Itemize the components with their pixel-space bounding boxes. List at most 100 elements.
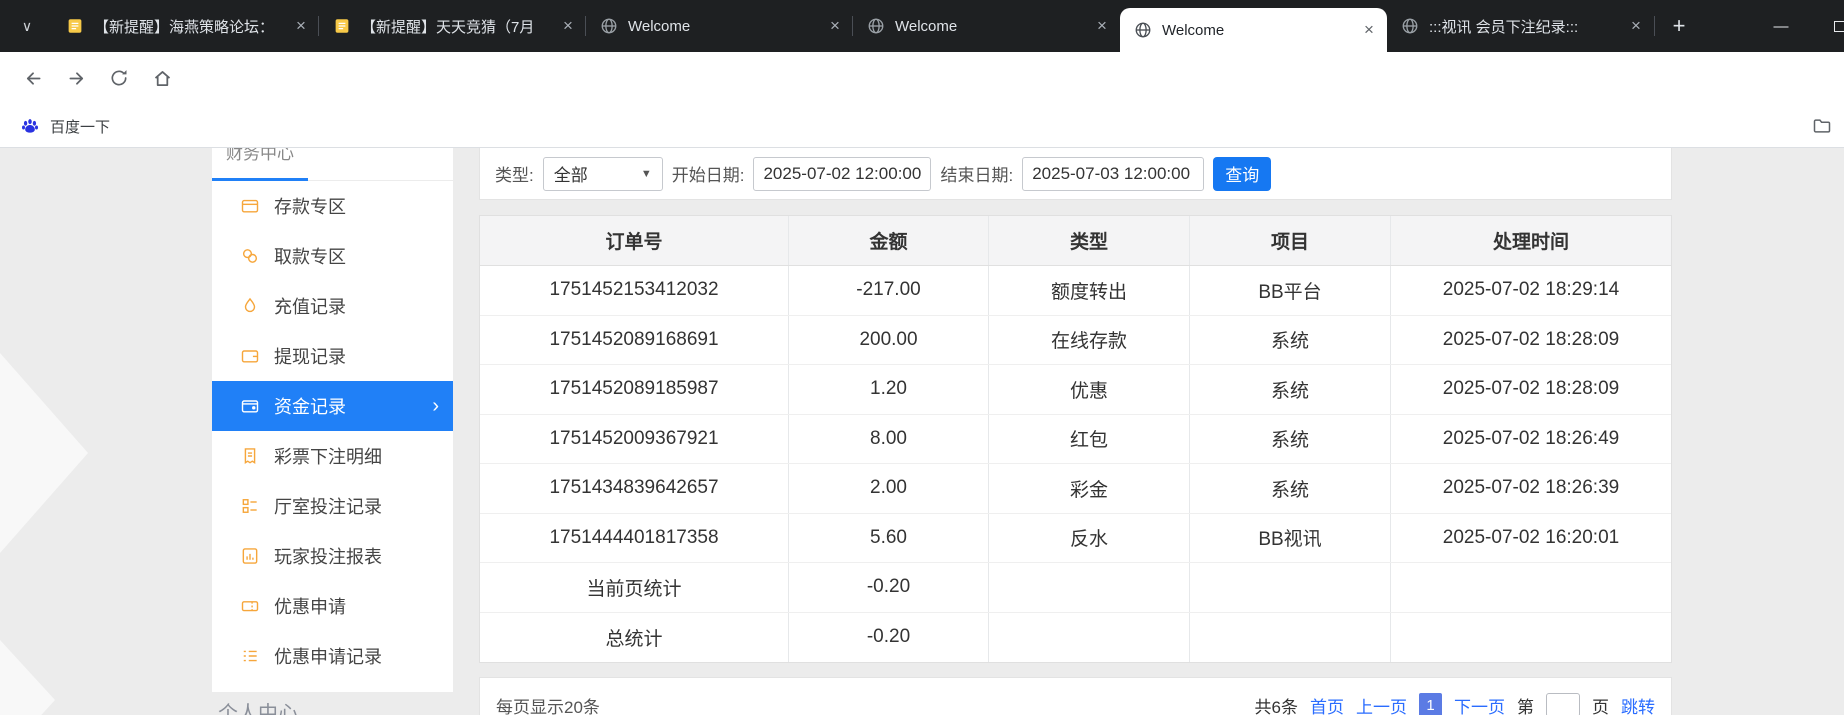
type-select[interactable]: 全部 ▼ [543,157,663,191]
table-header-cell: 类型 [989,216,1190,265]
table-header-row: 订单号 金额 类型 项目 处理时间 [480,216,1671,266]
new-tab-button[interactable]: + [1666,13,1692,39]
table-cell: 额度转出 [989,266,1190,315]
next-page-link[interactable]: 下一页 [1454,693,1505,715]
sidebar-header: 财务中心 [212,148,453,181]
tab-title: Welcome [895,18,1086,35]
droplet-icon [240,296,260,316]
table-cell: BB视讯 [1190,514,1391,563]
table-cell: 8.00 [789,415,989,464]
tab-close-icon[interactable]: × [558,16,578,36]
sidebar-section-personal-center[interactable]: 个人中心 [218,697,298,715]
globe-favicon-icon [1134,21,1152,39]
end-date-input[interactable] [1022,157,1204,191]
forward-icon[interactable] [63,65,89,91]
sidebar-item-promo-apply-records[interactable]: 优惠申请记录 [212,631,453,681]
table-row-total-summary: 总统计 -0.20 [480,613,1671,663]
jump-button[interactable]: 跳转 [1621,693,1655,715]
browser-window: ∨ 【新提醒】海燕策略论坛： × 【新提醒】天天竞猜（7月 × Welcome … [0,0,1844,715]
page-content: 财务中心 存款专区 取款专区 充值记录 提现记录 资金记录 [0,148,1844,715]
end-date-label: 结束日期: [940,161,1013,186]
start-date-input[interactable] [753,157,931,191]
report-chart-icon [240,546,260,566]
sidebar: 财务中心 存款专区 取款专区 充值记录 提现记录 资金记录 [212,148,453,692]
sidebar-item-lottery-bet-details[interactable]: 彩票下注明细 [212,431,453,481]
back-icon[interactable] [20,65,46,91]
table-cell: BB平台 [1190,266,1391,315]
tab-welcome-2[interactable]: Welcome × [853,0,1120,52]
tab-video-bet-records[interactable]: :::视讯 会员下注纪录::: × [1387,0,1654,52]
page-size-text: 每页显示20条 [496,693,600,715]
sidebar-item-funds-records[interactable]: 资金记录 › [212,381,453,431]
tab-bar: ∨ 【新提醒】海燕策略论坛： × 【新提醒】天天竞猜（7月 × Welcome … [0,0,1844,52]
sidebar-item-label: 取款专区 [274,243,346,269]
globe-favicon-icon [600,17,618,35]
filter-panel: 类型: 全部 ▼ 开始日期: 结束日期: 查询 [479,148,1672,200]
page-jump-input[interactable] [1546,693,1580,715]
tab-close-icon[interactable]: × [1092,16,1112,36]
maximize-button[interactable] [1822,13,1844,39]
receipt-icon [240,446,260,466]
sidebar-item-withdraw-zone[interactable]: 取款专区 [212,231,453,281]
table-cell: -0.20 [789,563,989,612]
tab-close-icon[interactable]: × [825,16,845,36]
background-triangle-decoration [0,640,55,715]
tab-title: 【新提醒】海燕策略论坛： [94,16,285,37]
tab-close-icon[interactable]: × [1359,20,1379,40]
bookmarks-folder-icon[interactable] [1810,116,1834,136]
table-cell: -217.00 [789,266,989,315]
sidebar-item-recharge-records[interactable]: 充值记录 [212,281,453,331]
table-cell: 1.20 [789,365,989,414]
tab-close-icon[interactable]: × [1626,16,1646,36]
prev-page-link[interactable]: 上一页 [1356,693,1407,715]
table-header-cell: 金额 [789,216,989,265]
table-header-cell: 订单号 [480,216,789,265]
table-cell: 反水 [989,514,1190,563]
tab-separator [1654,16,1655,36]
table-cell [1391,563,1671,612]
tab-search-icon[interactable]: ∨ [14,13,40,39]
table-cell: 1751452089185987 [480,365,789,414]
table-row: 1751452009367921 8.00 红包 系统 2025-07-02 1… [480,415,1671,465]
list-grid-icon [240,496,260,516]
sidebar-item-deposit-zone[interactable]: 存款专区 [212,181,453,231]
sidebar-item-hall-bet-records[interactable]: 厅室投注记录 [212,481,453,531]
sidebar-item-label: 优惠申请记录 [274,643,382,669]
jump-suffix-label: 页 [1592,693,1609,715]
sidebar-item-player-bet-report[interactable]: 玩家投注报表 [212,531,453,581]
sidebar-item-label: 充值记录 [274,293,346,319]
home-icon[interactable] [149,65,175,91]
globe-favicon-icon [1401,17,1419,35]
tab-welcome-active[interactable]: Welcome × [1120,8,1387,52]
sidebar-tab-finance-center[interactable]: 财务中心 [226,148,294,164]
tab-haiyan-forum[interactable]: 【新提醒】海燕策略论坛： × [52,0,319,52]
type-select-value: 全部 [554,161,588,186]
sidebar-item-withdrawal-records[interactable]: 提现记录 [212,331,453,381]
sidebar-item-promo-apply[interactable]: 优惠申请 [212,581,453,631]
table-cell: 2025-07-02 16:20:01 [1391,514,1671,563]
start-date-label: 开始日期: [672,161,745,186]
current-page-badge[interactable]: 1 [1419,693,1442,715]
search-button[interactable]: 查询 [1213,157,1271,191]
table-cell: 1751452009367921 [480,415,789,464]
sidebar-item-label: 优惠申请 [274,593,346,619]
pager: 共6条 首页 上一页 1 下一页 第 页 跳转 [1255,693,1655,715]
note-favicon-icon [66,17,84,35]
bookmark-baidu[interactable]: 百度一下 [12,111,118,141]
table-header-cell: 处理时间 [1391,216,1671,265]
table-cell: 系统 [1190,415,1391,464]
maximize-icon [1834,21,1844,32]
table-cell: 彩金 [989,464,1190,513]
reload-icon[interactable] [106,65,132,91]
minimize-button[interactable]: — [1764,13,1798,39]
table-cell: 当前页统计 [480,563,789,612]
total-count-text: 共6条 [1255,693,1298,715]
tab-close-icon[interactable]: × [291,16,311,36]
table-row: 1751444401817358 5.60 反水 BB视讯 2025-07-02… [480,514,1671,564]
pagination-panel: 每页显示20条 共6条 首页 上一页 1 下一页 第 页 跳转 [479,677,1672,715]
wallet-icon [240,346,260,366]
tab-welcome-1[interactable]: Welcome × [586,0,853,52]
tab-tiantian-guess[interactable]: 【新提醒】天天竞猜（7月 × [319,0,586,52]
records-table: 订单号 金额 类型 项目 处理时间 1751452153412032 -217.… [479,215,1672,663]
first-page-link[interactable]: 首页 [1310,693,1344,715]
